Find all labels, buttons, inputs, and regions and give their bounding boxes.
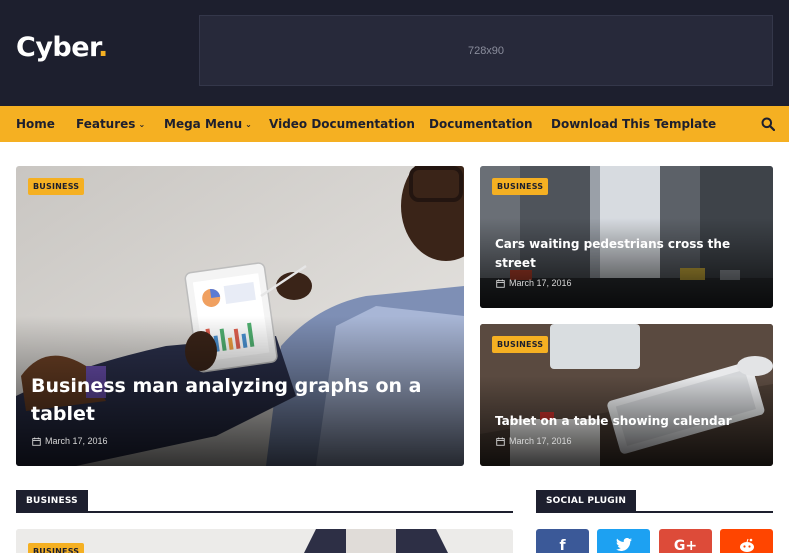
chevron-down-icon: ⌄ — [138, 120, 146, 129]
nav-item-download-template[interactable]: Download This Template — [551, 106, 716, 142]
facebook-button[interactable]: f — [536, 529, 589, 553]
post-date: March 17, 2016 — [496, 278, 572, 288]
twitter-button[interactable] — [597, 529, 650, 553]
business-post-image — [16, 529, 513, 553]
nav-item-home[interactable]: Home — [16, 106, 55, 142]
calendar-icon — [496, 436, 505, 446]
post-date-text: March 17, 2016 — [45, 436, 108, 446]
post-title[interactable]: Tablet on a table showing calendar — [495, 412, 755, 431]
main-nav: Home Features ⌄ Mega Menu ⌄ Video Document… — [0, 106, 789, 142]
nav-label: Documentation — [429, 117, 533, 131]
nav-label: Home — [16, 117, 55, 131]
site-logo[interactable]: Cyber. — [16, 32, 108, 63]
post-date: March 17, 2016 — [496, 436, 572, 446]
category-badge[interactable]: BUSINESS — [28, 178, 85, 195]
facebook-icon: f — [559, 538, 566, 553]
logo-text: Cyber — [16, 32, 99, 63]
featured-post-side-2[interactable]: BUSINESS Tablet on a table showing calen… — [480, 324, 773, 466]
featured-post-main[interactable]: BUSINESS Business man analyzing graphs o… — [16, 166, 464, 466]
section-divider — [16, 511, 513, 513]
ad-banner-placeholder[interactable]: 728x90 — [199, 15, 773, 86]
logo-dot: . — [98, 32, 108, 63]
post-title[interactable]: Business man analyzing graphs on a table… — [31, 372, 431, 428]
nav-item-features[interactable]: Features ⌄ — [76, 106, 145, 142]
site-header: Cyber. 728x90 — [0, 0, 789, 106]
post-date-text: March 17, 2016 — [509, 278, 572, 288]
nav-item-mega-menu[interactable]: Mega Menu ⌄ — [164, 106, 252, 142]
post-title[interactable]: Cars waiting pedestrians cross the stree… — [495, 235, 735, 273]
category-badge[interactable]: BUSINESS — [492, 336, 549, 353]
post-date: March 17, 2016 — [32, 436, 108, 446]
reddit-button[interactable] — [720, 529, 773, 553]
nav-item-video-documentation[interactable]: Video Documentation — [269, 106, 415, 142]
reddit-icon — [739, 538, 754, 552]
google-plus-button[interactable]: G+ — [659, 529, 712, 553]
calendar-icon — [496, 278, 505, 288]
nav-item-documentation[interactable]: Documentation — [429, 106, 533, 142]
google-plus-icon: G+ — [673, 538, 698, 553]
category-badge[interactable]: BUSINESS — [28, 543, 85, 553]
section-title-business[interactable]: BUSINESS — [16, 490, 88, 512]
section-title-social: SOCIAL PLUGIN — [536, 490, 637, 512]
twitter-icon — [615, 538, 632, 551]
search-icon[interactable] — [761, 117, 775, 131]
post-date-text: March 17, 2016 — [509, 436, 572, 446]
ad-size-label: 728x90 — [467, 44, 505, 57]
chevron-down-icon: ⌄ — [245, 120, 252, 129]
nav-label: Download This Template — [551, 117, 717, 131]
featured-post-side-1[interactable]: BUSINESS Cars waiting pedestrians cross … — [480, 166, 773, 308]
calendar-icon — [32, 436, 41, 446]
nav-label: Mega Menu — [164, 117, 243, 131]
category-badge[interactable]: BUSINESS — [492, 178, 549, 195]
nav-label: Video Documentation — [269, 117, 415, 131]
nav-label: Features — [76, 117, 136, 131]
business-post-card[interactable]: BUSINESS — [16, 529, 513, 553]
